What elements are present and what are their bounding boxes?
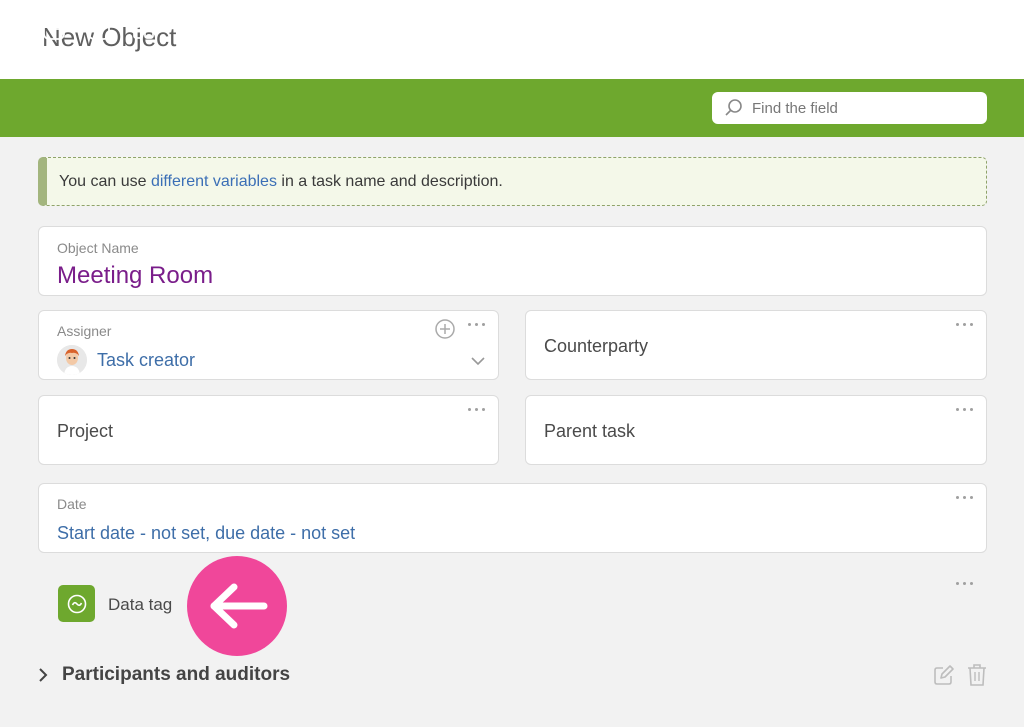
parent-task-placeholder: Parent task bbox=[544, 421, 636, 441]
widgets-dropdown-icon bbox=[133, 18, 168, 39]
assigner-more-button[interactable] bbox=[468, 319, 486, 329]
arrow-left-icon bbox=[210, 583, 268, 629]
chevron-down-icon[interactable] bbox=[470, 355, 486, 367]
data-tag-icon bbox=[67, 594, 86, 613]
avatar bbox=[57, 345, 87, 375]
counterparty-field[interactable]: Counterparty bbox=[525, 310, 987, 380]
template-dropdown-button[interactable] bbox=[194, 16, 232, 42]
chevron-right-icon bbox=[39, 668, 48, 682]
date-label: Date bbox=[57, 496, 87, 512]
assigner-value[interactable]: Task creator bbox=[97, 350, 195, 371]
search-input[interactable] bbox=[752, 99, 972, 117]
add-field-icon bbox=[43, 18, 65, 40]
counterparty-placeholder: Counterparty bbox=[544, 336, 649, 356]
participants-label: Participants and auditors bbox=[62, 664, 291, 685]
field-search[interactable] bbox=[712, 92, 987, 124]
search-icon bbox=[725, 99, 742, 116]
counterparty-more-button[interactable] bbox=[956, 319, 974, 329]
date-field[interactable]: Date Start date - not set, due date - no… bbox=[38, 483, 987, 553]
object-name-label: Object Name bbox=[57, 240, 139, 256]
data-tag-button[interactable] bbox=[58, 585, 95, 622]
parent-task-more-button[interactable] bbox=[956, 404, 974, 414]
assigner-field[interactable]: Assigner Task creator bbox=[38, 310, 499, 380]
add-assigner-icon[interactable] bbox=[434, 318, 456, 340]
date-value[interactable]: Start date - not set, due date - not set bbox=[57, 523, 355, 544]
assigner-label: Assigner bbox=[57, 323, 112, 339]
layout-icon bbox=[88, 18, 110, 40]
parent-task-field[interactable]: Parent task bbox=[525, 395, 987, 465]
notice-text-before: You can use bbox=[59, 172, 151, 190]
participants-section-toggle[interactable]: Participants and auditors bbox=[36, 664, 290, 686]
different-variables-link[interactable]: different variables bbox=[151, 173, 277, 191]
data-tag-more-button[interactable] bbox=[956, 578, 974, 588]
edit-icon[interactable] bbox=[932, 663, 956, 687]
project-field[interactable]: Project bbox=[38, 395, 499, 465]
project-placeholder: Project bbox=[57, 421, 114, 441]
notice-text-after: in a task name and description. bbox=[276, 172, 503, 190]
object-name-field[interactable]: Object Name Meeting Room bbox=[38, 226, 987, 296]
add-field-button[interactable] bbox=[42, 16, 66, 42]
template-dropdown-icon bbox=[197, 18, 229, 40]
project-more-button[interactable] bbox=[468, 404, 486, 414]
layout-button[interactable] bbox=[87, 16, 111, 42]
object-name-value[interactable]: Meeting Room bbox=[57, 262, 213, 290]
data-tag-label[interactable]: Data tag bbox=[108, 595, 172, 615]
widgets-dropdown-button[interactable] bbox=[132, 16, 172, 42]
variables-notice: You can use different variables in a tas… bbox=[38, 157, 987, 206]
trash-icon[interactable] bbox=[966, 663, 988, 687]
callout-arrow bbox=[187, 556, 287, 656]
date-more-button[interactable] bbox=[956, 492, 974, 502]
